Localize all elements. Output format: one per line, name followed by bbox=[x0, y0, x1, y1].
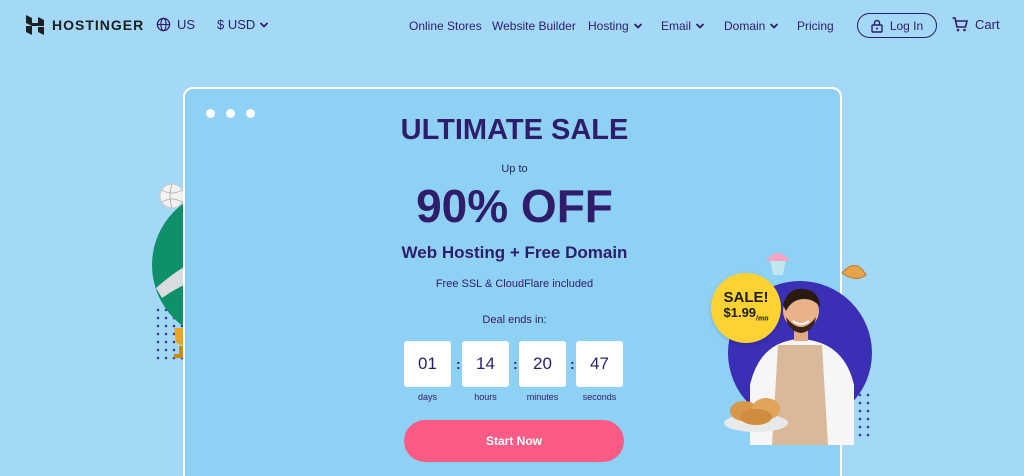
locale-selector[interactable]: US bbox=[156, 17, 195, 32]
timer-seconds-value: 47 bbox=[576, 341, 623, 387]
globe-icon bbox=[156, 17, 171, 32]
nav-link-website-builder[interactable]: Website Builder bbox=[492, 19, 576, 33]
nav-link-label: Online Stores bbox=[409, 19, 482, 33]
brand-logo[interactable]: HOSTINGER bbox=[26, 15, 144, 35]
chevron-down-icon bbox=[695, 23, 705, 29]
timer-minutes-label: minutes bbox=[526, 392, 559, 402]
timer-days-value: 01 bbox=[404, 341, 451, 387]
sale-title: ULTIMATE SALE bbox=[400, 114, 629, 146]
sale-price-badge: SALE! $1.99/mo bbox=[711, 273, 781, 343]
timer-separator: : bbox=[513, 356, 518, 372]
top-nav: HOSTINGER US $ USD Online Stores Website… bbox=[0, 0, 1024, 52]
nav-link-label: Domain bbox=[724, 19, 766, 33]
chevron-down-icon bbox=[633, 23, 642, 29]
baker-illustration bbox=[724, 253, 872, 445]
badge-price-suffix: /mo bbox=[756, 315, 769, 323]
nav-link-domain[interactable]: Domain bbox=[724, 19, 779, 33]
timer-seconds-label: seconds bbox=[582, 392, 617, 402]
timer-minutes-value: 20 bbox=[519, 341, 566, 387]
chevron-down-icon bbox=[260, 21, 269, 28]
timer-hours-label: hours bbox=[474, 392, 497, 402]
cart-label: Cart bbox=[975, 17, 1000, 32]
nav-link-email[interactable]: Email bbox=[661, 19, 705, 33]
nav-link-label: Email bbox=[661, 19, 692, 33]
lock-icon bbox=[871, 19, 883, 33]
badge-price: $1.99/mo bbox=[723, 304, 769, 327]
cart-icon bbox=[952, 17, 968, 32]
nav-link-label: Website Builder bbox=[492, 19, 576, 33]
upto-label: Up to bbox=[501, 163, 528, 175]
login-button[interactable]: Log In bbox=[857, 13, 937, 38]
locale-label: US bbox=[177, 17, 196, 32]
badge-sale-label: SALE! bbox=[723, 288, 769, 306]
brand-name: HOSTINGER bbox=[52, 17, 145, 33]
nav-link-label: Hosting bbox=[588, 19, 629, 33]
start-now-button[interactable]: Start Now bbox=[404, 420, 624, 462]
timer-separator: : bbox=[456, 356, 461, 372]
chevron-down-icon bbox=[770, 23, 779, 29]
nav-link-pricing[interactable]: Pricing bbox=[797, 19, 834, 33]
currency-selector[interactable]: $ USD bbox=[217, 17, 269, 32]
nav-link-online-stores[interactable]: Online Stores bbox=[409, 19, 482, 33]
discount-headline: 90% OFF bbox=[416, 180, 613, 232]
nav-link-label: Pricing bbox=[797, 19, 834, 33]
badge-price-value: $1.99 bbox=[723, 304, 757, 320]
login-label: Log In bbox=[889, 18, 924, 33]
cart-link[interactable]: Cart bbox=[952, 17, 1000, 32]
nav-link-hosting[interactable]: Hosting bbox=[588, 19, 643, 33]
timer-hours-value: 14 bbox=[462, 341, 509, 387]
countdown-timer: 01 days : 14 hours : 20 minutes : 47 sec… bbox=[404, 341, 626, 409]
timer-days-label: days bbox=[417, 392, 437, 402]
timer-separator: : bbox=[570, 356, 575, 372]
currency-label: $ USD bbox=[217, 17, 256, 32]
hostinger-logo-icon bbox=[26, 15, 44, 35]
